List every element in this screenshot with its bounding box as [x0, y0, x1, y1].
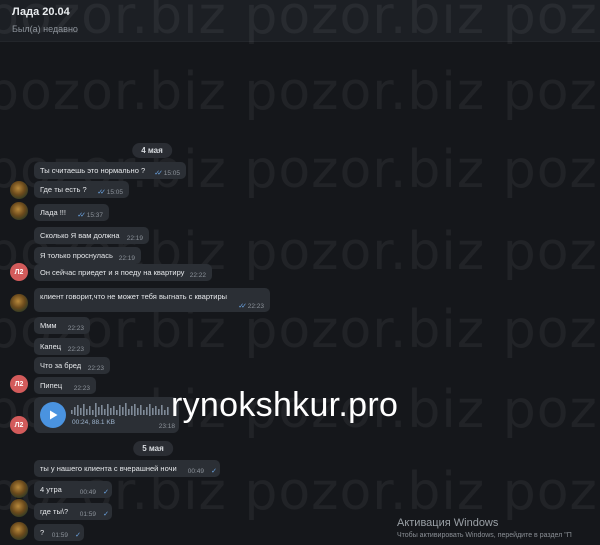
read-check-icon: ✓ — [103, 511, 109, 518]
message-time: 01:59 — [51, 532, 68, 539]
message-bubble[interactable]: где ты\? ✓ 01:59 — [34, 503, 112, 520]
chat-status: Был(а) недавно — [12, 24, 78, 34]
message-time: 00:49 — [187, 468, 204, 475]
message-list[interactable]: 4 мая Ты считаешь это нормально ? ✓✓ 15:… — [0, 42, 600, 545]
message-bubble[interactable]: ты у нашего клиента с вчерашней ночи ✓ 0… — [34, 460, 220, 477]
message-text: Пипец — [40, 381, 63, 390]
voice-duration-size: 00:24, 88.1 KB — [72, 419, 116, 426]
read-check-icon: ✓ — [211, 468, 217, 475]
overlay-url-text: rynokshkur.pro — [171, 386, 399, 424]
chat-header[interactable]: Лада 20.04 Был(а) недавно — [0, 0, 600, 42]
waveform — [71, 403, 169, 417]
contact-avatar[interactable]: Л2 — [10, 416, 28, 434]
message-bubble[interactable]: ? ✓ 01:59 — [34, 524, 84, 541]
message-bubble[interactable]: Я только проснулась 22:19 — [34, 247, 141, 264]
voice-message[interactable]: 00:24, 88.1 KB 23:18 — [34, 397, 179, 433]
message-time: 15:05 — [163, 170, 180, 177]
contact-avatar[interactable]: Л2 — [10, 263, 28, 281]
read-check-icon: ✓✓ — [97, 189, 106, 196]
message-text: где ты\? — [40, 507, 69, 516]
date-separator: 4 мая — [132, 143, 172, 158]
message-text: Он сейчас приедет и я поеду на квартиру — [40, 268, 185, 277]
read-check-icon: ✓ — [103, 489, 109, 496]
contact-avatar[interactable] — [10, 294, 28, 312]
message-text: Ты считаешь это нормально ? — [40, 166, 146, 175]
message-text: Лада !!! — [40, 208, 66, 217]
message-time: 22:22 — [189, 272, 206, 279]
contact-avatar[interactable] — [10, 522, 28, 540]
read-check-icon: ✓✓ — [238, 303, 247, 310]
message-time: 15:37 — [86, 212, 103, 219]
play-icon — [50, 410, 58, 420]
contact-avatar[interactable] — [10, 499, 28, 517]
message-text: ? — [40, 528, 45, 537]
message-time: 22:23 — [87, 365, 104, 372]
message-bubble[interactable]: Лада !!! ✓✓ 15:37 — [34, 204, 109, 221]
message-text: клиент говорит,что не может тебя выгнать… — [40, 292, 228, 301]
message-text: Капец — [40, 342, 62, 351]
message-text: Сколько Я вам должна — [40, 231, 120, 240]
message-text: ты у нашего клиента с вчерашней ночи — [40, 464, 177, 473]
message-bubble[interactable]: Пипец 22:23 — [34, 377, 96, 394]
contact-avatar[interactable]: Л2 — [10, 375, 28, 393]
message-time: 22:23 — [247, 303, 264, 310]
message-time: 22:23 — [73, 385, 90, 392]
message-time: 22:19 — [126, 235, 143, 242]
windows-activation-title: Активация Windows — [397, 517, 499, 529]
message-time: 15:05 — [106, 189, 123, 196]
message-bubble[interactable]: Где ты есть ? ✓✓ 15:05 — [34, 181, 129, 198]
play-button[interactable] — [40, 402, 66, 428]
message-text: Где ты есть ? — [40, 185, 87, 194]
read-check-icon: ✓✓ — [77, 212, 86, 219]
message-text: Я только проснулась — [40, 251, 113, 260]
contact-avatar[interactable] — [10, 202, 28, 220]
windows-activation-subtitle: Чтобы активировать Windows, перейдите в … — [397, 532, 572, 539]
message-text: 4 утра — [40, 485, 62, 494]
message-time: 22:23 — [67, 325, 84, 332]
message-bubble[interactable]: Он сейчас приедет и я поеду на квартиру … — [34, 264, 212, 281]
message-time: 01:59 — [79, 511, 96, 518]
message-time: 00:49 — [79, 489, 96, 496]
message-text: Ммм — [40, 321, 57, 330]
message-bubble[interactable]: Что за бред 22:23 — [34, 357, 110, 374]
date-separator: 5 мая — [133, 441, 173, 456]
message-bubble[interactable]: клиент говорит,что не может тебя выгнать… — [34, 288, 270, 312]
message-bubble[interactable]: Капец 22:23 — [34, 338, 90, 355]
contact-avatar[interactable] — [10, 480, 28, 498]
message-text: Что за бред — [40, 361, 82, 370]
message-bubble[interactable]: Ммм 22:23 — [34, 317, 90, 334]
message-bubble[interactable]: Сколько Я вам должна 22:19 — [34, 227, 149, 244]
message-bubble[interactable]: Ты считаешь это нормально ? ✓✓ 15:05 — [34, 162, 186, 179]
read-check-icon: ✓ — [75, 532, 81, 539]
contact-avatar[interactable] — [10, 181, 28, 199]
message-bubble[interactable]: 4 утра ✓ 00:49 — [34, 481, 112, 498]
message-time: 22:19 — [118, 255, 135, 262]
message-time: 22:23 — [67, 346, 84, 353]
read-check-icon: ✓✓ — [154, 170, 163, 177]
chat-title: Лада 20.04 — [12, 6, 70, 18]
